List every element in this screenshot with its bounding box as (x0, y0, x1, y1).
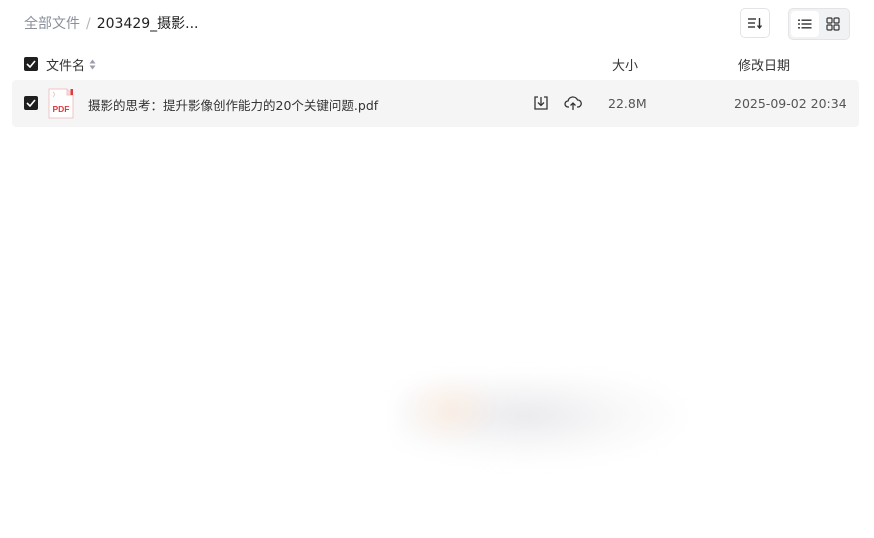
grid-view-icon (826, 17, 840, 31)
file-name-link[interactable]: 摄影的思考：提升影像创作能力的20个关键问题.pdf (88, 95, 508, 114)
file-modified-date: 2025-09-02 20:34 (734, 96, 847, 111)
sort-lines-icon (748, 18, 763, 30)
breadcrumb: 全部文件 / 203429_摄影... (24, 14, 199, 34)
column-header-name[interactable]: 文件名 (46, 55, 96, 74)
list-view-button[interactable] (791, 11, 819, 37)
view-toggle (788, 8, 850, 40)
breadcrumb-root-link[interactable]: 全部文件 (24, 14, 80, 34)
list-view-icon (798, 19, 812, 29)
column-header-name-label: 文件名 (46, 59, 86, 74)
row-checkbox[interactable] (24, 96, 38, 110)
background-blur-warm-decoration (400, 375, 500, 445)
checkmark-icon (26, 60, 36, 68)
pdf-icon-label: PDF (53, 104, 70, 114)
pdf-file-icon: PDF (48, 88, 74, 119)
grid-view-button[interactable] (819, 11, 847, 37)
breadcrumb-separator: / (86, 16, 91, 32)
cloud-save-icon[interactable] (564, 95, 582, 111)
download-icon[interactable] (533, 95, 549, 111)
file-size: 22.8M (608, 96, 647, 111)
checkmark-icon (26, 99, 36, 107)
breadcrumb-current-folder: 203429_摄影... (96, 16, 199, 32)
select-all-checkbox[interactable] (24, 57, 38, 71)
column-header-size: 大小 (612, 59, 639, 74)
table-row[interactable]: PDF 摄影的思考：提升影像创作能力的20个关键问题.pdf 22.8M 202… (12, 80, 859, 127)
table-header: 文件名 大小 修改日期 (12, 50, 859, 78)
file-browser: 全部文件 / 203429_摄影... 文件名 大小 修改日期 PDF 摄影的思… (0, 0, 874, 538)
sort-arrows-icon (89, 59, 96, 70)
column-header-date: 修改日期 (738, 59, 791, 74)
sort-button[interactable] (740, 8, 770, 38)
